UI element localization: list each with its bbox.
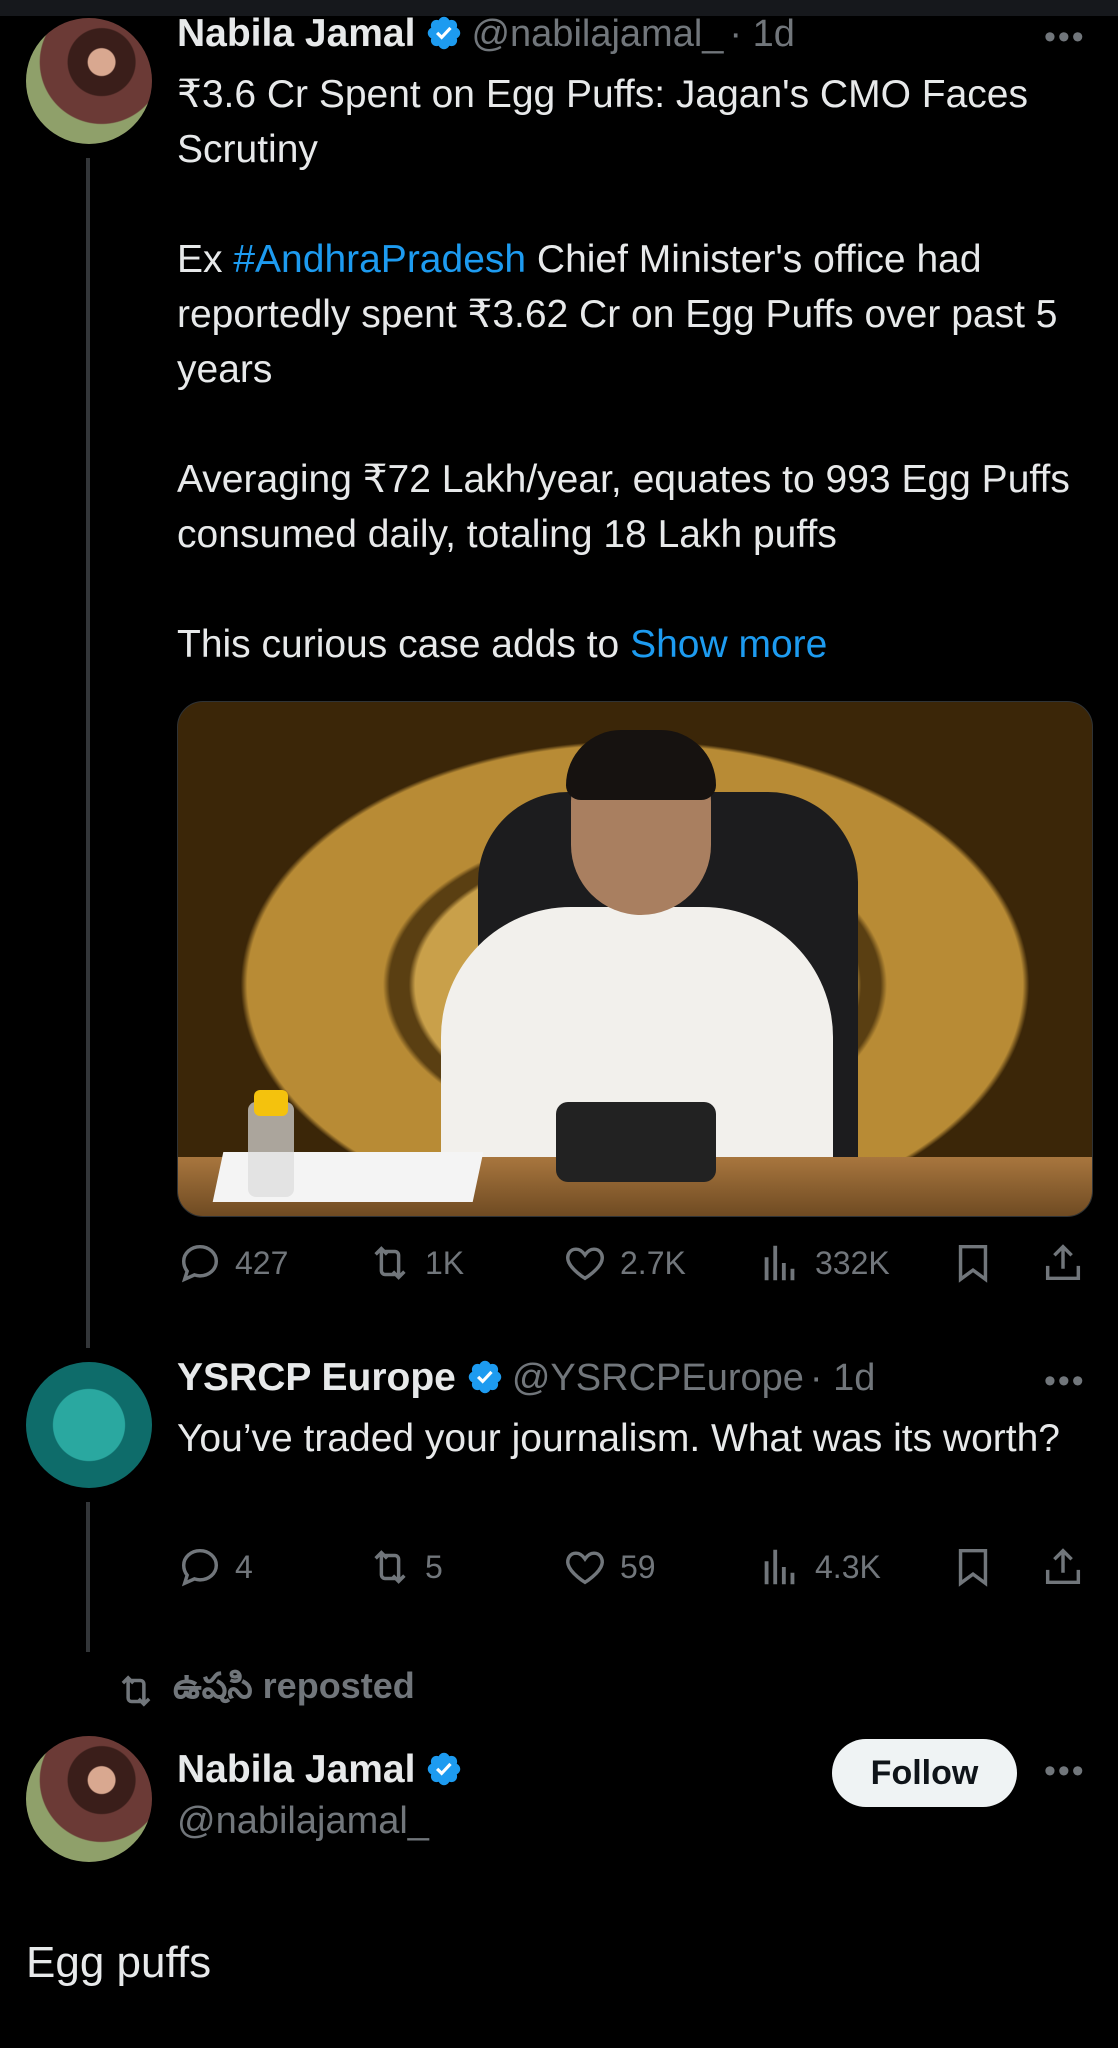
- tweet-photo[interactable]: [177, 701, 1093, 1217]
- thread-connector: [86, 158, 90, 1348]
- tweet-header: Nabila Jamal @nabilajamal_ · 1d: [177, 12, 795, 56]
- repost-label: ఉషసి reposted: [173, 1665, 415, 1706]
- author-handle[interactable]: @nabilajamal_: [471, 13, 723, 55]
- views-icon: [764, 1549, 795, 1585]
- author-avatar[interactable]: [26, 18, 152, 144]
- like-count: 2.7K: [620, 1244, 686, 1281]
- author-handle[interactable]: @nabilajamal_: [177, 1800, 429, 1843]
- tweet-action-bar: 427 1K 2.7K 332K: [177, 1234, 1091, 1294]
- tweet-title-line: ₹3.6 Cr Spent on Egg Puffs: Jagan's CMO …: [177, 73, 1028, 171]
- like-button[interactable]: 59: [562, 1544, 656, 1590]
- reply-author-avatar[interactable]: [26, 1362, 152, 1488]
- verified-badge-icon: [428, 16, 461, 50]
- views-button[interactable]: 332K: [757, 1240, 890, 1286]
- reply-icon: [181, 1244, 219, 1283]
- bookmark-icon: [958, 1244, 988, 1283]
- tweet-paragraph-3: This curious case adds to Show more: [177, 623, 828, 666]
- share-icon: [1045, 1244, 1081, 1281]
- views-count: 332K: [815, 1244, 890, 1281]
- repost-indicator[interactable]: ఉషసి reposted: [115, 1665, 415, 1716]
- photo-desk-phone: [556, 1102, 716, 1182]
- like-count: 59: [620, 1548, 656, 1585]
- reply-body: You’ve traded your journalism. What was …: [177, 1417, 1060, 1460]
- repost-icon: [121, 1674, 151, 1707]
- repost-count: 5: [425, 1548, 443, 1585]
- more-options-icon[interactable]: •••: [1044, 18, 1086, 57]
- photo-bottle-cap: [254, 1090, 288, 1116]
- tweet-time[interactable]: · 1d: [729, 13, 794, 55]
- repost-icon: [374, 1550, 406, 1584]
- follow-button[interactable]: Follow: [832, 1739, 1017, 1807]
- show-more-link[interactable]: Show more: [630, 623, 827, 666]
- tweet-paragraph-2: Averaging ₹72 Lakh/year, equates to 993 …: [177, 458, 1070, 556]
- author-avatar[interactable]: [26, 1736, 152, 1862]
- share-button[interactable]: [1040, 1544, 1098, 1590]
- reply-author-handle[interactable]: @YSRCPEurope: [512, 1357, 804, 1399]
- photo-person-hair: [566, 730, 716, 800]
- reply-time[interactable]: · 1d: [810, 1357, 875, 1399]
- share-icon: [1045, 1548, 1081, 1585]
- views-count: 4.3K: [815, 1548, 881, 1585]
- bookmark-button[interactable]: [950, 1240, 1008, 1286]
- more-options-icon[interactable]: •••: [1044, 1752, 1086, 1791]
- author-name[interactable]: Nabila Jamal: [177, 12, 415, 55]
- reply-button[interactable]: 427: [177, 1240, 288, 1286]
- repost-button[interactable]: 5: [367, 1544, 443, 1590]
- bookmark-button[interactable]: [950, 1544, 1008, 1590]
- verified-badge-icon: [428, 1752, 461, 1786]
- author-name[interactable]: Nabila Jamal: [177, 1748, 415, 1791]
- repost-icon: [374, 1246, 406, 1280]
- reply-count: 427: [235, 1244, 289, 1281]
- views-button[interactable]: 4.3K: [757, 1544, 881, 1590]
- tweet-paragraph-1: Ex #AndhraPradesh Chief Minister's offic…: [177, 238, 1058, 391]
- tweet-body: ₹3.6 Cr Spent on Egg Puffs: Jagan's CMO …: [177, 67, 1097, 672]
- thread-connector-2: [86, 1502, 90, 1652]
- reply-author-name[interactable]: YSRCP Europe: [177, 1356, 456, 1399]
- tweet-text: Egg puffs: [26, 1938, 212, 1987]
- profile-name-row: Nabila Jamal: [177, 1748, 471, 1792]
- heart-icon: [566, 1247, 604, 1281]
- more-options-icon[interactable]: •••: [1044, 1362, 1086, 1401]
- repost-count: 1K: [425, 1244, 465, 1281]
- photo-bottle: [248, 1102, 294, 1197]
- like-button[interactable]: 2.7K: [562, 1240, 686, 1286]
- repost-button[interactable]: 1K: [367, 1240, 464, 1286]
- share-button[interactable]: [1040, 1240, 1098, 1286]
- heart-icon: [566, 1551, 604, 1585]
- reply-header: YSRCP Europe @YSRCPEurope · 1d: [177, 1356, 875, 1400]
- reply-icon: [181, 1548, 219, 1587]
- reply-count: 4: [235, 1548, 253, 1585]
- reply-action-bar: 4 5 59 4.3K: [177, 1538, 1091, 1598]
- verified-badge-icon: [468, 1360, 502, 1394]
- views-icon: [764, 1245, 795, 1281]
- bookmark-icon: [958, 1548, 988, 1587]
- hashtag-link[interactable]: #AndhraPradesh: [233, 238, 526, 281]
- reply-button[interactable]: 4: [177, 1544, 253, 1590]
